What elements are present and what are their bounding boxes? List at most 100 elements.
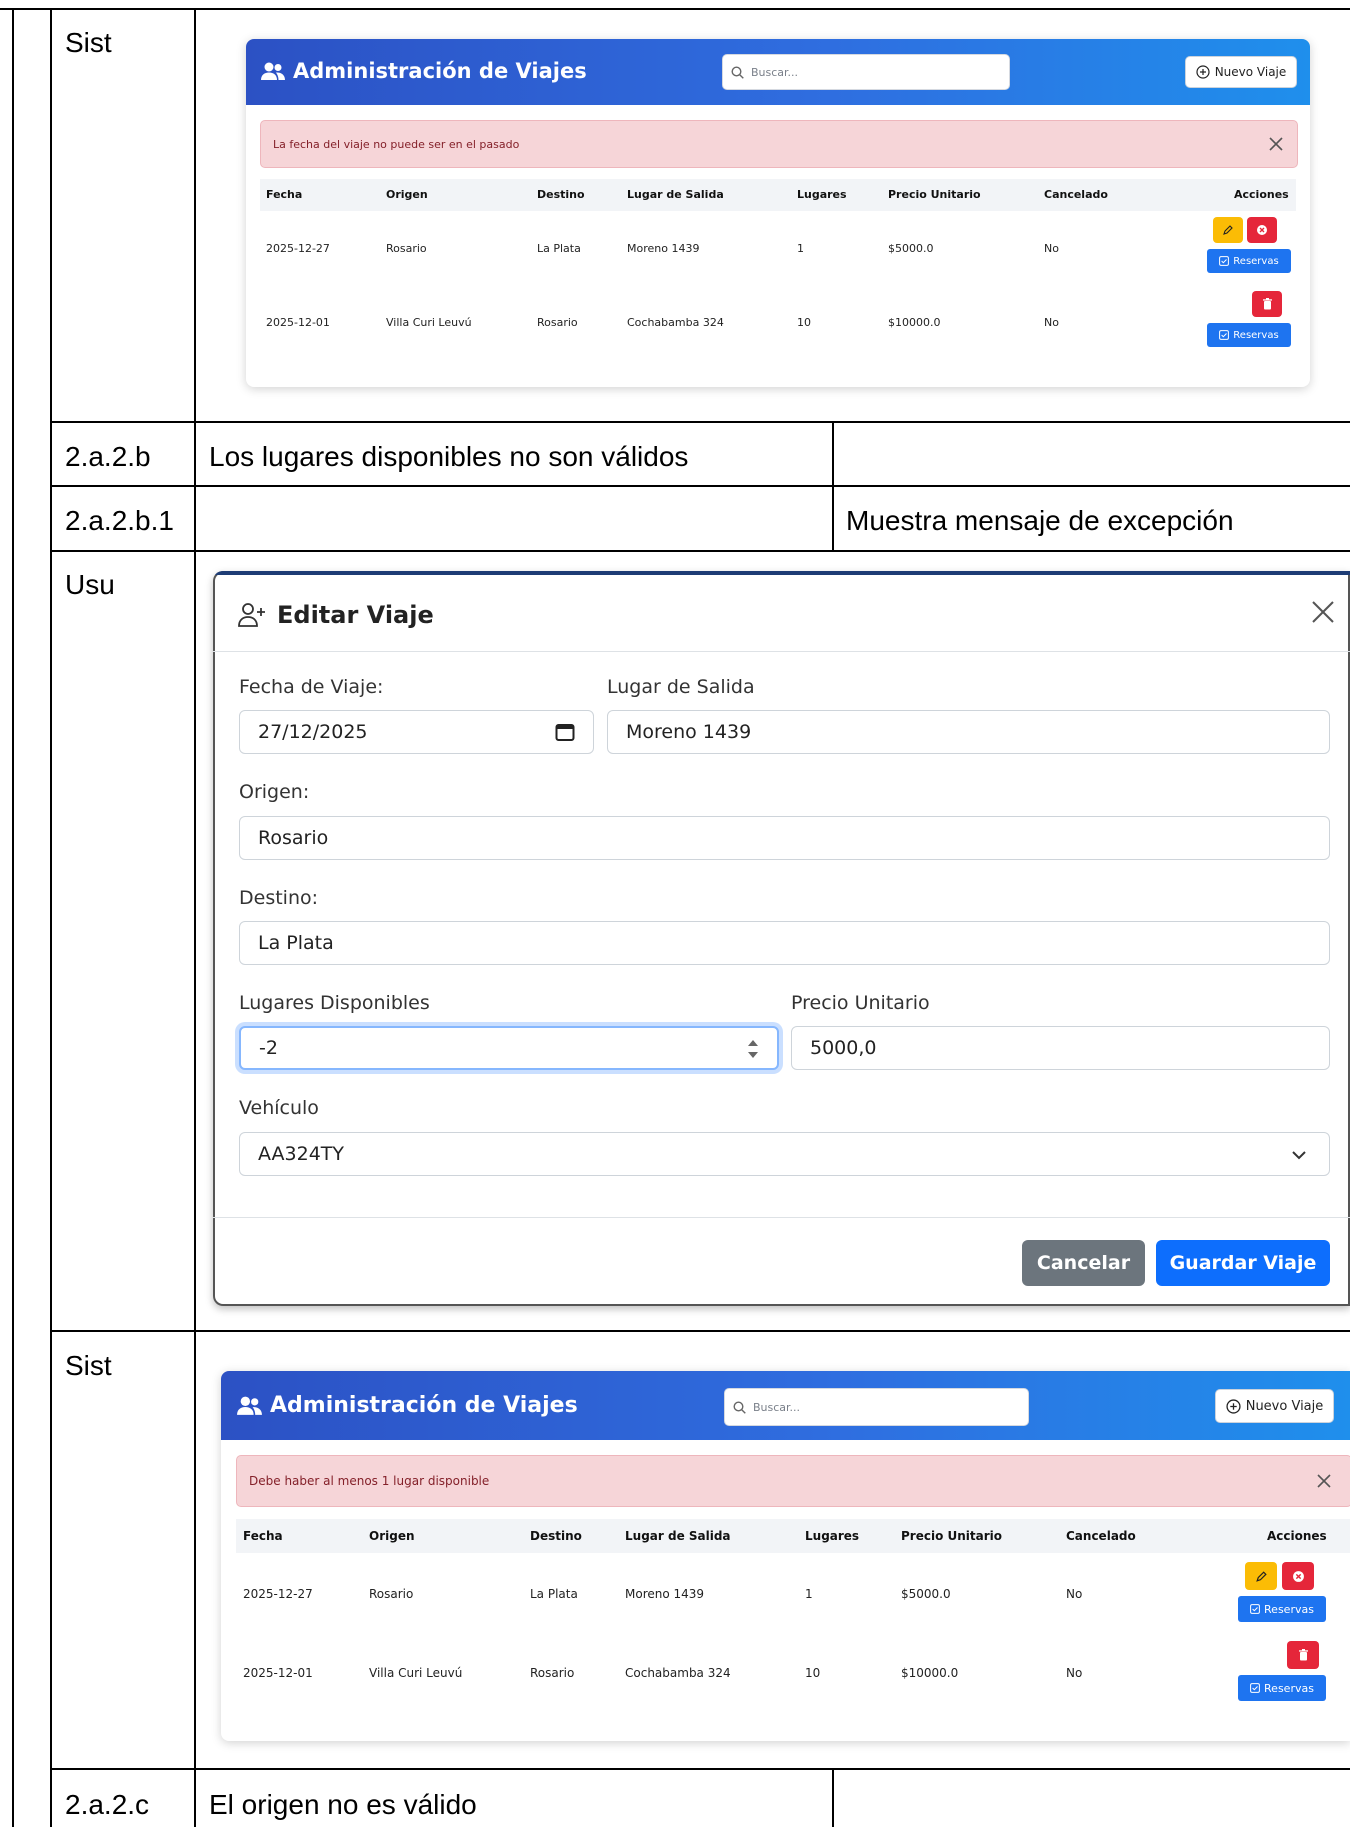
edit-button[interactable]: [1245, 1562, 1277, 1590]
users-icon: [237, 1396, 262, 1415]
col-header-cancelado: Cancelado: [1066, 1529, 1136, 1543]
grid-line: [194, 8, 196, 1827]
col-header-lugar-salida: Lugar de Salida: [625, 1529, 731, 1543]
grid-line: [50, 550, 1350, 552]
vehiculo-label: Vehículo: [239, 1097, 319, 1119]
col-header-origen: Origen: [369, 1529, 415, 1543]
search-icon: [731, 65, 744, 79]
cell-lugares: 10: [805, 1666, 821, 1680]
cancel-trip-button[interactable]: [1247, 217, 1277, 243]
reservas-button[interactable]: Reservas: [1238, 1675, 1326, 1701]
reservas-button[interactable]: Reservas: [1207, 249, 1291, 273]
cell-precio: $5000.0: [901, 1587, 951, 1601]
col-header-fecha: Fecha: [243, 1529, 283, 1543]
cancel-trip-button[interactable]: [1282, 1562, 1314, 1590]
cell-fecha: 2025-12-27: [266, 242, 330, 255]
col-header-precio: Precio Unitario: [901, 1529, 1003, 1543]
vehiculo-value: AA324TY: [258, 1143, 345, 1165]
check-square-icon: [1250, 1604, 1260, 1614]
vehiculo-select[interactable]: AA324TY: [239, 1132, 1330, 1176]
step-code-cell: 2.a.2.b.1: [65, 505, 174, 536]
fecha-label: Fecha de Viaje:: [239, 676, 384, 698]
lugares-label: Lugares Disponibles: [239, 992, 430, 1014]
lugares-value: -2: [259, 1037, 278, 1059]
precio-label: Precio Unitario: [791, 992, 930, 1014]
cell-lugar-salida: Moreno 1439: [627, 242, 700, 255]
origen-label: Origen:: [239, 781, 310, 803]
origen-value: Rosario: [258, 827, 329, 849]
viajes-admin-panel: Administración de Viajes Buscar... Nuevo…: [246, 39, 1310, 387]
step-result-cell: Muestra mensaje de excepción: [846, 505, 1234, 536]
cell-precio: $5000.0: [888, 242, 934, 255]
grid-line: [832, 421, 834, 552]
lugar-salida-input[interactable]: Moreno 1439: [607, 710, 1330, 754]
modal-top-edge: [213, 571, 1350, 575]
user-plus-icon: [238, 603, 265, 627]
editar-viaje-modal: Editar Viaje Fecha de Viaje: 27/12/2025 …: [213, 571, 1350, 1306]
x-circle-icon: [1257, 225, 1267, 235]
calendar-icon[interactable]: [555, 722, 575, 742]
cell-destino: La Plata: [530, 1587, 578, 1601]
reservas-button[interactable]: Reservas: [1207, 323, 1291, 347]
reservas-button[interactable]: Reservas: [1238, 1596, 1326, 1622]
search-input[interactable]: Buscar...: [724, 1388, 1029, 1426]
nuevo-viaje-button[interactable]: Nuevo Viaje: [1185, 56, 1297, 88]
actor-cell: Usu: [65, 569, 115, 600]
cell-origen: Villa Curi Leuvú: [369, 1666, 463, 1680]
trash-icon: [1262, 298, 1272, 310]
cell-fecha: 2025-12-27: [243, 1587, 313, 1601]
page-title: Administración de Viajes: [260, 59, 587, 83]
pencil-icon: [1223, 225, 1233, 235]
col-header-acciones: Acciones: [1234, 188, 1289, 201]
destino-input[interactable]: La Plata: [239, 921, 1330, 965]
grid-line: [50, 1330, 1350, 1332]
guardar-viaje-button[interactable]: Guardar Viaje: [1156, 1240, 1330, 1286]
lugares-disponibles-input[interactable]: -2: [239, 1026, 779, 1070]
delete-button[interactable]: [1287, 1641, 1319, 1669]
cell-cancelado: No: [1066, 1666, 1083, 1680]
precio-unitario-input[interactable]: 5000,0: [791, 1026, 1330, 1070]
col-header-cancelado: Cancelado: [1044, 188, 1108, 201]
error-alert: Debe haber al menos 1 lugar disponible: [236, 1455, 1350, 1507]
grid-line: [832, 1768, 834, 1827]
precio-value: 5000,0: [810, 1037, 877, 1059]
origen-input[interactable]: Rosario: [239, 816, 1330, 860]
cell-cancelado: No: [1044, 316, 1059, 329]
reservas-label: Reservas: [1233, 255, 1279, 267]
viajes-admin-panel: Administración de Viajes Buscar... Nuevo…: [221, 1371, 1350, 1741]
alert-message: La fecha del viaje no puede ser en el pa…: [273, 137, 520, 151]
pencil-icon: [1255, 1570, 1267, 1582]
cell-origen: Villa Curi Leuvú: [386, 316, 472, 329]
cell-fecha: 2025-12-01: [266, 316, 330, 329]
cell-destino: La Plata: [537, 242, 581, 255]
alert-message: Debe haber al menos 1 lugar disponible: [249, 1474, 490, 1488]
spinner-arrows-icon[interactable]: [747, 1038, 759, 1060]
step-description-cell: Los lugares disponibles no son válidos: [209, 441, 689, 472]
close-icon[interactable]: [1267, 135, 1285, 153]
delete-button[interactable]: [1252, 291, 1282, 317]
reservas-label: Reservas: [1233, 329, 1279, 341]
edit-button[interactable]: [1213, 217, 1243, 243]
step-code-cell: 2.a.2.b: [65, 441, 151, 472]
destino-label: Destino:: [239, 887, 319, 909]
cell-lugar-salida: Cochabamba 324: [625, 1666, 731, 1680]
salida-label: Lugar de Salida: [607, 676, 755, 698]
modal-header-divider: [213, 651, 1350, 652]
fecha-input[interactable]: 27/12/2025: [239, 710, 594, 754]
users-icon: [261, 62, 285, 80]
close-icon[interactable]: [1315, 1472, 1333, 1490]
col-header-origen: Origen: [386, 188, 428, 201]
modal-footer-divider: [213, 1217, 1350, 1218]
nuevo-viaje-label: Nuevo Viaje: [1214, 65, 1287, 79]
search-placeholder: Buscar...: [751, 65, 799, 79]
page-title: Administración de Viajes: [236, 1393, 578, 1418]
error-alert: La fecha del viaje no puede ser en el pa…: [260, 120, 1298, 168]
nuevo-viaje-button[interactable]: Nuevo Viaje: [1215, 1389, 1334, 1423]
cancel-button[interactable]: Cancelar: [1022, 1240, 1145, 1286]
check-square-icon: [1250, 1683, 1260, 1693]
page-title-text: Administración de Viajes: [270, 1393, 578, 1418]
cell-lugares: 1: [805, 1587, 813, 1601]
col-header-precio: Precio Unitario: [888, 188, 981, 201]
search-input[interactable]: Buscar...: [722, 54, 1010, 90]
close-icon[interactable]: [1310, 599, 1336, 625]
